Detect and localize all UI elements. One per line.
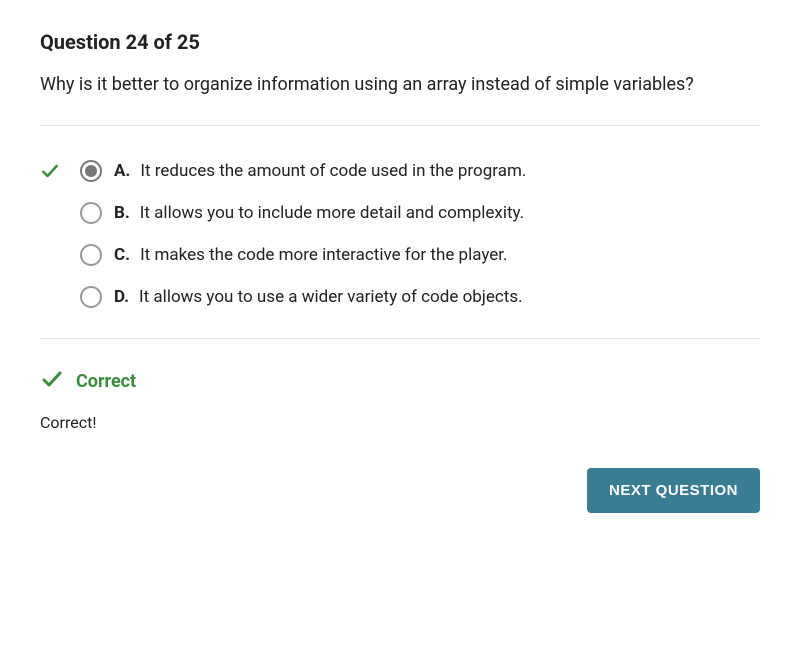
question-text: Why is it better to organize information…: [40, 72, 760, 97]
check-icon: [40, 161, 68, 181]
options-list: A. It reduces the amount of code used in…: [40, 126, 760, 338]
radio-a[interactable]: [80, 160, 102, 182]
option-text: It reduces the amount of code used in th…: [140, 161, 526, 181]
option-b[interactable]: B. It allows you to include more detail …: [40, 192, 760, 234]
option-c[interactable]: C. It makes the code more interactive fo…: [40, 234, 760, 276]
radio-c[interactable]: [80, 244, 102, 266]
option-text: It allows you to use a wider variety of …: [139, 287, 523, 307]
next-question-button[interactable]: NEXT QUESTION: [587, 468, 760, 513]
option-c-label: C. It makes the code more interactive fo…: [114, 245, 508, 265]
question-counter: Question 24 of 25: [40, 30, 760, 54]
option-letter: D.: [114, 287, 129, 307]
option-a-label: A. It reduces the amount of code used in…: [114, 161, 526, 181]
option-text: It allows you to include more detail and…: [140, 203, 524, 223]
radio-d[interactable]: [80, 286, 102, 308]
option-d-label: D. It allows you to use a wider variety …: [114, 287, 523, 307]
option-text: It makes the code more interactive for t…: [140, 245, 507, 265]
result-label: Correct: [76, 371, 136, 392]
option-a[interactable]: A. It reduces the amount of code used in…: [40, 150, 760, 192]
option-b-label: B. It allows you to include more detail …: [114, 203, 524, 223]
option-letter: B.: [114, 203, 130, 223]
footer: NEXT QUESTION: [40, 468, 760, 513]
option-letter: C.: [114, 245, 130, 265]
feedback-text: Correct!: [40, 413, 760, 432]
option-letter: A.: [114, 161, 130, 181]
radio-b[interactable]: [80, 202, 102, 224]
result-status: Correct: [40, 339, 760, 413]
check-icon: [40, 367, 64, 395]
option-d[interactable]: D. It allows you to use a wider variety …: [40, 276, 760, 318]
